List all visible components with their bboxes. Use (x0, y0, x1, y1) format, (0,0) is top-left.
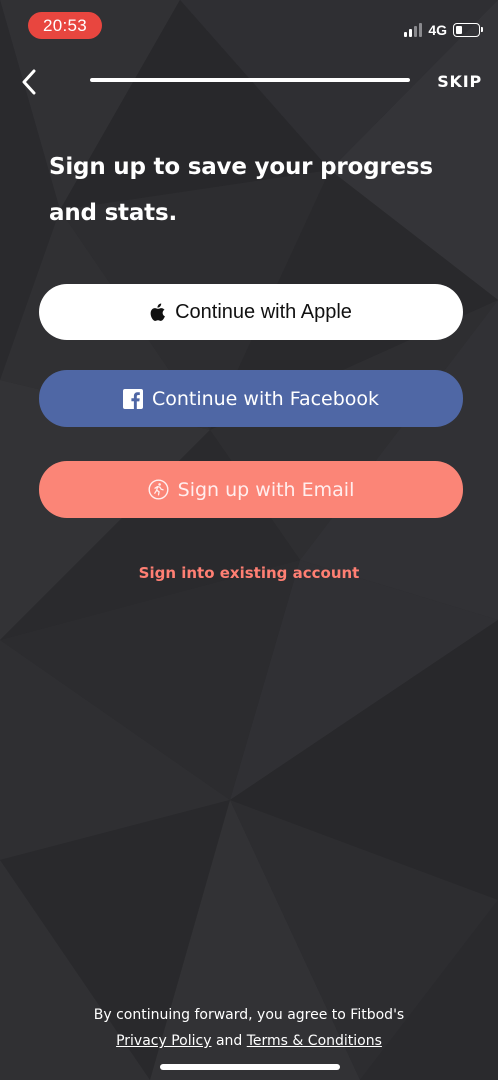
skip-button[interactable]: SKIP (437, 72, 482, 91)
signal-bar (409, 29, 413, 37)
apple-button-label: Continue with Apple (175, 300, 352, 323)
continue-with-facebook-button[interactable]: Continue with Facebook (39, 370, 463, 427)
onboarding-progress-bar (90, 78, 410, 82)
network-type: 4G (428, 22, 447, 38)
signal-icon (404, 23, 423, 37)
terms-conditions-link[interactable]: Terms & Conditions (247, 1033, 382, 1049)
signal-bar (414, 26, 418, 37)
privacy-policy-link[interactable]: Privacy Policy (116, 1033, 211, 1049)
facebook-logo-icon (122, 388, 143, 409)
running-person-icon (148, 479, 169, 500)
email-button-label: Sign up with Email (177, 478, 355, 501)
page-title-line-2: and stats. (49, 200, 177, 226)
legal-and-text: and (215, 1033, 243, 1049)
progress-fill (90, 78, 410, 82)
agreement-text: By continuing forward, you agree to Fitb… (93, 1007, 405, 1023)
legal-links: Privacy Policy and Terms & Conditions (0, 1028, 498, 1054)
signal-bar (419, 23, 423, 37)
sign-up-with-email-button[interactable]: Sign up with Email (39, 461, 463, 518)
sign-in-existing-account-link[interactable]: Sign into existing account (0, 564, 498, 582)
home-indicator[interactable] (160, 1064, 340, 1070)
back-button[interactable] (14, 64, 44, 100)
facebook-button-label: Continue with Facebook (151, 387, 380, 410)
legal-footer: By continuing forward, you agree to Fitb… (0, 1002, 498, 1054)
page-title-line-1: Sign up to save your progress (49, 154, 433, 180)
signal-bar (404, 32, 408, 37)
chevron-left-icon (22, 69, 36, 95)
status-indicators: 4G (404, 19, 483, 41)
continue-with-apple-button[interactable]: Continue with Apple (39, 284, 463, 340)
page-title: Sign up to save your progress and stats. (49, 144, 449, 236)
apple-logo-icon (150, 303, 166, 322)
battery-icon (453, 23, 483, 37)
status-time: 20:53 (28, 12, 102, 39)
